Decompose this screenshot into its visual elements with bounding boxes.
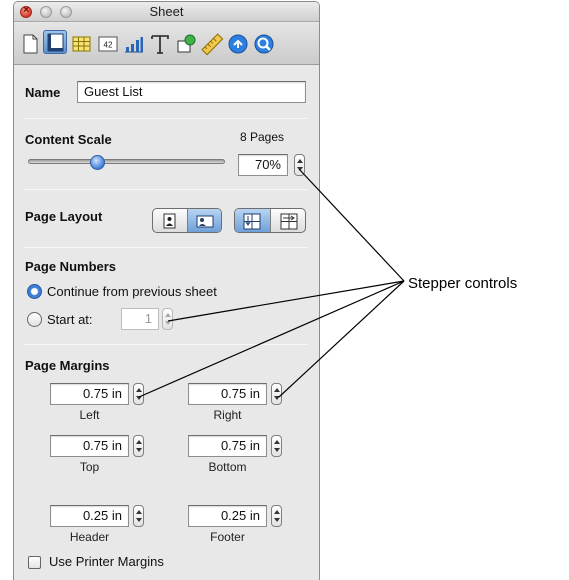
stepper-controls-annotation: Stepper controls — [408, 275, 518, 292]
callout-line — [138, 280, 405, 398]
callout-line — [298, 168, 405, 282]
callout-line — [167, 280, 405, 322]
